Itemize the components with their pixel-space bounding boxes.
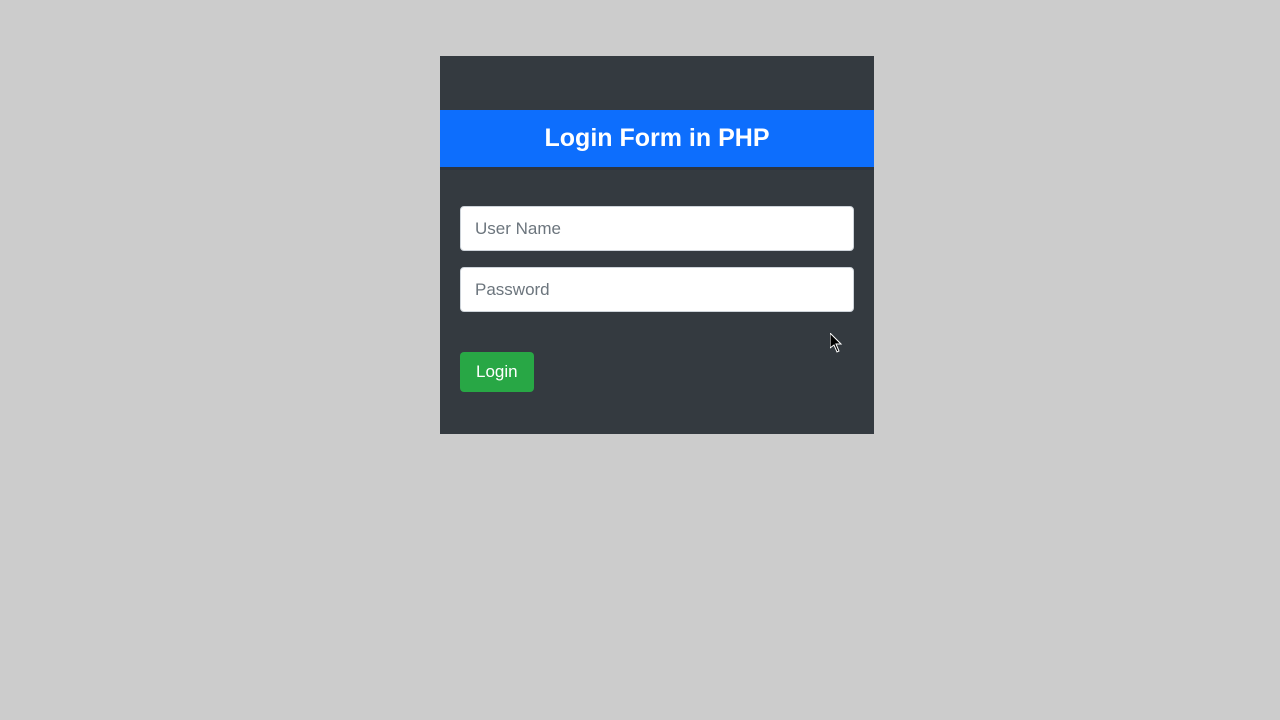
login-button[interactable]: Login (460, 352, 534, 392)
password-input[interactable] (460, 267, 854, 312)
username-input[interactable] (460, 206, 854, 251)
login-card: Login Form in PHP Login (440, 56, 874, 434)
header-bar: Login Form in PHP (440, 110, 874, 170)
form-body: Login (440, 170, 874, 412)
form-title: Login Form in PHP (545, 124, 770, 153)
